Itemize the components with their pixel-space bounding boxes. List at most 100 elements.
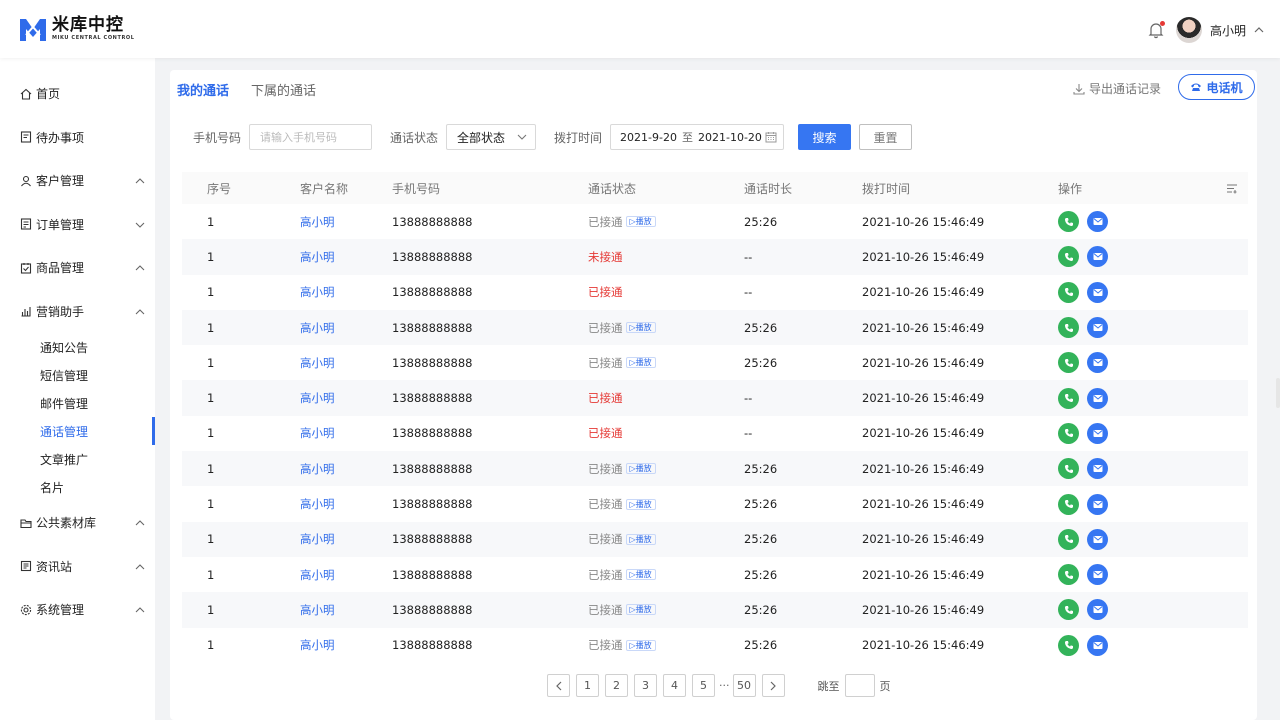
sidebar: 首页 待办事项 客户管理 订单管理 商品管理 营销助手 通知公告 短信管理 邮件管理 通话管理文… [0,58,155,720]
customer-name-link[interactable]: 高小明 [300,461,392,477]
message-button[interactable] [1087,422,1108,444]
call-button[interactable] [1058,317,1079,339]
call-button[interactable] [1058,599,1079,621]
message-button[interactable] [1087,387,1108,409]
chevron-up-icon[interactable] [1254,25,1264,35]
play-recording-button[interactable]: ▷播放 [625,498,656,510]
call-button[interactable] [1058,634,1079,656]
chevron-up-icon[interactable] [135,605,145,615]
message-button[interactable] [1087,634,1108,656]
call-button[interactable] [1058,352,1079,374]
sidebar-item-customer[interactable]: 客户管理 [0,159,155,203]
sidebar-subitem[interactable]: 通知公告 [0,333,155,361]
search-button[interactable]: 搜索 [798,124,852,150]
page-4-button[interactable]: 4 [663,674,686,697]
sidebar-item-goods[interactable]: 商品管理 [0,246,155,290]
notification-bell-icon[interactable] [1146,20,1166,40]
page-5-button[interactable]: 5 [692,674,715,697]
call-button[interactable] [1058,493,1079,515]
play-recording-button[interactable]: ▷播放 [625,322,656,334]
call-button[interactable] [1058,458,1079,480]
logo[interactable]: 米库中控 MIKU CENTRAL CONTROL [18,14,135,44]
sidebar-item-order[interactable]: 订单管理 [0,203,155,247]
customer-name-link[interactable]: 高小明 [300,249,392,265]
sidebar-item-home[interactable]: 首页 [0,72,155,116]
customer-name-link[interactable]: 高小明 [300,602,392,618]
sidebar-subitem[interactable]: 邮件管理 [0,389,155,417]
chevron-up-icon[interactable] [135,263,145,273]
scrollbar-thumb[interactable] [1276,378,1280,408]
tab-my-calls[interactable]: 我的通话 [177,80,229,99]
sidebar-item-marketing[interactable]: 营销助手 [0,290,155,334]
reset-button[interactable]: 重置 [859,124,913,150]
date-range-picker[interactable]: 2021-9-20 至 2021-10-20 [610,124,785,150]
call-button[interactable] [1058,422,1079,444]
call-button[interactable] [1058,246,1079,268]
phone-device-button[interactable]: 电话机 [1178,74,1255,100]
phone-search-input[interactable] [249,124,373,150]
sidebar-item-news[interactable]: 资讯站 [0,545,155,589]
customer-name-link[interactable]: 高小明 [300,496,392,512]
play-recording-button[interactable]: ▷播放 [625,639,656,651]
call-button[interactable] [1058,564,1079,586]
sidebar-subitem[interactable]: 短信管理 [0,361,155,389]
column-settings-icon[interactable] [1226,183,1238,194]
play-recording-button[interactable]: ▷播放 [625,604,656,616]
customer-name-link[interactable]: 高小明 [300,425,392,441]
phone-device-label: 电话机 [1206,80,1243,95]
message-button[interactable] [1087,493,1108,515]
play-recording-button[interactable]: ▷播放 [625,357,656,369]
call-button[interactable] [1058,528,1079,550]
sidebar-item-settings[interactable]: 系统管理 [0,588,155,632]
message-button[interactable] [1087,564,1108,586]
call-button[interactable] [1058,281,1079,303]
play-recording-button[interactable]: ▷播放 [625,216,656,228]
message-button[interactable] [1087,281,1108,303]
row-number: 1 [207,461,215,476]
message-button[interactable] [1087,599,1108,621]
phone-icon [1064,570,1073,579]
avatar[interactable] [1175,17,1202,43]
sidebar-subitem[interactable]: 通话管理 [0,417,155,445]
customer-name-link[interactable]: 高小明 [300,284,392,300]
page-3-button[interactable]: 3 [634,674,657,697]
chevron-up-icon[interactable] [135,307,145,317]
username[interactable]: 高小明 [1210,22,1246,39]
chevron-up-icon[interactable] [135,518,145,528]
customer-name-link[interactable]: 高小明 [300,390,392,406]
page-last-button[interactable]: 50 [732,674,756,697]
next-page-button[interactable] [761,674,785,697]
customer-name-link[interactable]: 高小明 [300,214,392,230]
sidebar-subitem[interactable]: 名片 [0,473,155,501]
export-call-records-button[interactable]: 导出通话记录 [1073,80,1161,97]
customer-name-link[interactable]: 高小明 [300,531,392,547]
play-recording-button[interactable]: ▷播放 [625,463,656,475]
sidebar-item-todo[interactable]: 待办事项 [0,116,155,160]
call-button[interactable] [1058,211,1079,233]
message-button[interactable] [1087,211,1108,233]
play-recording-button[interactable]: ▷播放 [625,569,656,581]
customer-name-link[interactable]: 高小明 [300,637,392,653]
customer-name-link[interactable]: 高小明 [300,355,392,371]
page-2-button[interactable]: 2 [605,674,628,697]
chevron-down-icon[interactable] [135,220,145,230]
message-button[interactable] [1087,246,1108,268]
call-button[interactable] [1058,387,1079,409]
tab-subordinate-calls[interactable]: 下属的通话 [251,80,316,99]
sidebar-item-library[interactable]: 公共素材库 [0,501,155,545]
page-1-button[interactable]: 1 [576,674,599,697]
customer-name-link[interactable]: 高小明 [300,320,392,336]
marketing-icon [21,307,31,317]
message-button[interactable] [1087,528,1108,550]
message-button[interactable] [1087,317,1108,339]
sidebar-subitem[interactable]: 文章推广 [0,445,155,473]
customer-name-link[interactable]: 高小明 [300,567,392,583]
message-button[interactable] [1087,352,1108,374]
status-select[interactable]: 全部状态 [446,124,537,150]
play-recording-button[interactable]: ▷播放 [625,533,656,545]
chevron-up-icon[interactable] [135,176,145,186]
jump-page-input[interactable] [844,674,875,697]
message-button[interactable] [1087,458,1108,480]
prev-page-button[interactable] [547,674,570,697]
chevron-up-icon[interactable] [135,562,145,572]
